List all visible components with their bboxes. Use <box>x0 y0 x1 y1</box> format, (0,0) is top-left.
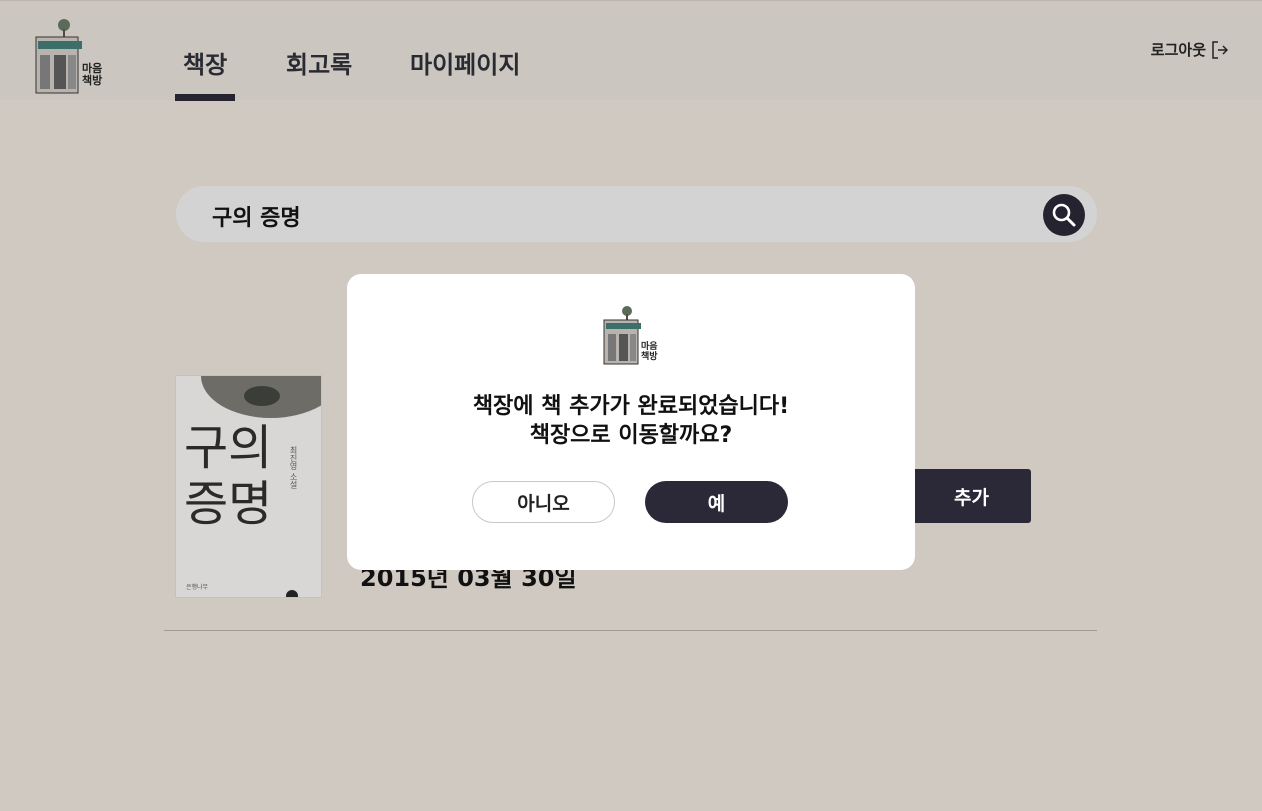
cover-title: 구의 증명 <box>184 420 273 532</box>
logout-icon <box>1212 40 1228 59</box>
logout-button[interactable]: 로그아웃 <box>1151 39 1228 60</box>
no-button[interactable]: 아니오 <box>472 481 615 523</box>
modal-logo: 마음 책방 <box>601 304 661 368</box>
tab-bookshelf[interactable]: 책장 <box>183 45 227 80</box>
yes-button[interactable]: 예 <box>645 481 788 523</box>
active-tab-indicator <box>175 94 235 101</box>
add-button[interactable]: 추가 <box>912 469 1031 523</box>
dialog-message-line1: 책장에 책 추가가 완료되었습니다! <box>472 394 790 419</box>
search-input[interactable]: 구의 증명 <box>176 186 1097 242</box>
search-icon <box>1052 203 1076 227</box>
header-bar: 마음 책방 책장 회고록 마이페이지 로그아웃 <box>0 0 1262 101</box>
logout-label: 로그아웃 <box>1150 41 1206 59</box>
search-button[interactable] <box>1043 194 1085 236</box>
tab-mypage[interactable]: 마이페이지 <box>410 45 520 80</box>
search-value: 구의 증명 <box>212 206 301 231</box>
tab-memoir[interactable]: 회고록 <box>286 45 352 80</box>
logo[interactable]: 마음 책방 <box>30 15 110 95</box>
book-cover: 구의 증명 최진영 소설 은행나무 <box>175 375 322 598</box>
divider <box>164 630 1097 631</box>
logo-text-line2: 책방 <box>82 74 103 87</box>
dialog-message-line2: 책장으로 이동할까요? <box>529 423 733 448</box>
confirm-dialog: 마음 책방 책장에 책 추가가 완료되었습니다! 책장으로 이동할까요? 아니오… <box>347 274 915 570</box>
cover-publisher: 은행나무 <box>186 584 209 591</box>
modal-logo-text-line2: 책방 <box>641 352 658 362</box>
cover-author: 최진영 소설 <box>289 446 298 489</box>
modal-logo-text-line1: 마음 <box>641 342 658 352</box>
dialog-message: 책장에 책 추가가 완료되었습니다! 책장으로 이동할까요? <box>347 392 915 450</box>
